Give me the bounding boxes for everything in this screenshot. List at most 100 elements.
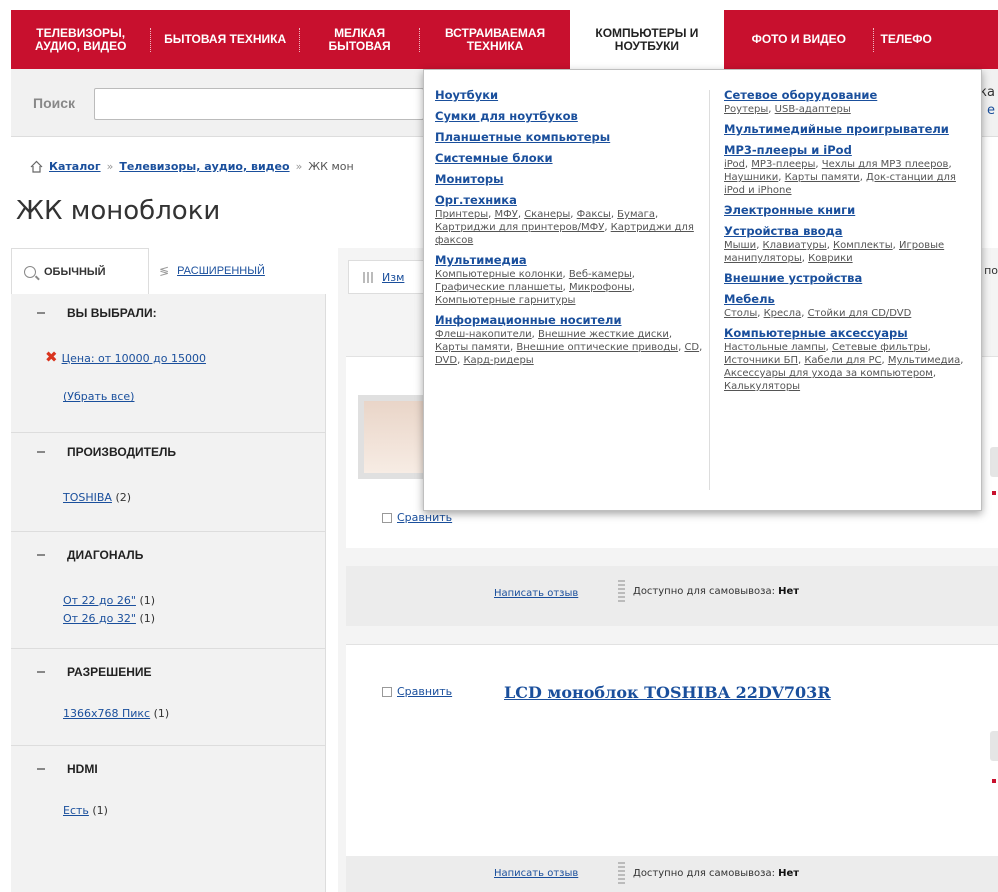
menu-subcategory-link[interactable]: Принтеры xyxy=(435,209,488,220)
menu-category-link[interactable]: Орг.техника xyxy=(435,193,705,208)
write-review-link[interactable]: Написать отзыв xyxy=(494,868,578,879)
menu-category-link[interactable]: Системные блоки xyxy=(435,151,705,166)
menu-subcategory-link[interactable]: Настольные лампы xyxy=(724,342,826,353)
menu-subcategory-link[interactable]: Коврики xyxy=(808,253,853,264)
menu-subcategory-link[interactable]: Компьютерные колонки xyxy=(435,269,562,280)
menu-subcategory-link[interactable]: Компьютерные гарнитуры xyxy=(435,295,575,306)
buy-button-stub[interactable] xyxy=(990,447,998,477)
menu-subcategory-link[interactable]: Комплекты xyxy=(833,240,893,251)
breadcrumb-catalog[interactable]: Каталог xyxy=(49,160,101,173)
menu-subcategory-link[interactable]: Картриджи для принтеров/МФУ xyxy=(435,222,604,233)
compare-checkbox[interactable]: Сравнить xyxy=(382,685,452,698)
filter-option-diag-26-32[interactable]: От 26 до 32" xyxy=(63,612,136,625)
collapse-icon[interactable] xyxy=(37,768,45,770)
breadcrumb-tv[interactable]: Телевизоры, аудио, видео xyxy=(119,160,289,173)
nav-item-home-appliances[interactable]: БЫТОВАЯ ТЕХНИКА xyxy=(151,10,298,69)
nav-item-small-appliances[interactable]: МЕЛКАЯ БЫТОВАЯ xyxy=(300,10,420,69)
menu-subcategory-link[interactable]: Флеш-накопители xyxy=(435,329,532,340)
menu-subcategory-link[interactable]: Сетевые фильтры xyxy=(832,342,928,353)
menu-category-link[interactable]: Мониторы xyxy=(435,172,705,187)
menu-subcategory-link[interactable]: Сканеры xyxy=(524,209,570,220)
menu-subcategory-link[interactable]: iPod xyxy=(724,159,745,170)
menu-subcategory-link[interactable]: MP3-плееры xyxy=(751,159,815,170)
menu-subcategory-link[interactable]: Факсы xyxy=(577,209,611,220)
nav-item-built-in[interactable]: ВСТРАИВАЕМАЯ ТЕХНИКА xyxy=(420,10,569,69)
buy-button-stub[interactable] xyxy=(990,731,998,761)
write-review-link[interactable]: Написать отзыв xyxy=(494,588,578,599)
collapse-icon[interactable] xyxy=(37,671,45,673)
filter-header[interactable]: ВЫ ВЫБРАЛИ: xyxy=(11,294,325,332)
menu-subcategory-link[interactable]: Кард-ридеры xyxy=(463,355,533,366)
tab-simple-filter[interactable]: ОБЫЧНЫЙ xyxy=(11,248,149,294)
menu-subcategory-link[interactable]: Веб-камеры xyxy=(569,269,632,280)
menu-subcategory-link[interactable]: МФУ xyxy=(494,209,517,220)
menu-subcategory-link[interactable]: Наушники xyxy=(724,172,778,183)
search-right-link[interactable]: е xyxy=(987,103,995,118)
menu-category-link[interactable]: Внешние устройства xyxy=(724,271,969,286)
menu-subcategory-link[interactable]: Кабели для PC xyxy=(804,355,881,366)
filter-option-res-1366[interactable]: 1366x768 Пикс xyxy=(63,707,150,720)
tab-advanced-filter[interactable]: ≶ РАСШИРЕННЫЙ xyxy=(159,248,265,294)
checkbox-icon[interactable] xyxy=(382,512,392,523)
menu-subcategory-link[interactable]: CD xyxy=(684,342,699,353)
view-mode-label[interactable]: Изм xyxy=(382,271,404,284)
tab-advanced-label[interactable]: РАСШИРЕННЫЙ xyxy=(177,265,265,277)
filter-option-toshiba[interactable]: TOSHIBA xyxy=(63,491,112,504)
menu-subcategory-link[interactable]: Роутеры xyxy=(724,104,768,115)
filter-header[interactable]: РАЗРЕШЕНИЕ xyxy=(11,649,325,695)
menu-category-link[interactable]: Мультимедиа xyxy=(435,253,705,268)
menu-category-link[interactable]: Планшетные компьютеры xyxy=(435,130,705,145)
menu-category-link[interactable]: Мультимедийные проигрыватели xyxy=(724,122,969,137)
menu-category-link[interactable]: MP3-плееры и iPod xyxy=(724,143,969,158)
compare-link[interactable]: Сравнить xyxy=(397,511,452,524)
nav-item-photo-video[interactable]: ФОТО И ВИДЕО xyxy=(724,10,873,69)
menu-subcategory-link[interactable]: Внешние жесткие диски xyxy=(538,329,669,340)
menu-subcategory-link[interactable]: Графические планшеты xyxy=(435,282,563,293)
selected-price-link[interactable]: Цена: от 10000 до 15000 xyxy=(62,352,206,365)
menu-subcategory-link[interactable]: USB-адаптеры xyxy=(775,104,851,115)
menu-category-link[interactable]: Ноутбуки xyxy=(435,88,705,103)
menu-subcategory-link[interactable]: Клавиатуры xyxy=(763,240,827,251)
collapse-icon[interactable] xyxy=(37,554,45,556)
menu-category-link[interactable]: Информационные носители xyxy=(435,313,705,328)
nav-item-tv-audio-video[interactable]: ТЕЛЕВИЗОРЫ, АУДИО, ВИДЕО xyxy=(11,10,150,69)
menu-subcategory-link[interactable]: Столы xyxy=(724,308,757,319)
menu-subcategory-link[interactable]: Аксессуары для ухода за компьютером xyxy=(724,368,933,379)
home-icon[interactable] xyxy=(30,160,43,173)
menu-subcategory-link[interactable]: Источники БП xyxy=(724,355,798,366)
product-title-link[interactable]: LCD моноблок TOSHIBA 22DV703R xyxy=(504,683,831,702)
menu-category-link[interactable]: Компьютерные аксессуары xyxy=(724,326,969,341)
filter-option-diag-22-26[interactable]: От 22 до 26" xyxy=(63,594,136,607)
nav-item-phones[interactable]: ТЕЛЕФО xyxy=(874,10,998,69)
search-input[interactable] xyxy=(94,88,424,120)
menu-subcategory-link[interactable]: Карты памяти xyxy=(785,172,860,183)
menu-subcategory-link[interactable]: Стойки для CD/DVD xyxy=(808,308,912,319)
menu-category-link[interactable]: Устройства ввода xyxy=(724,224,969,239)
compare-link[interactable]: Сравнить xyxy=(397,685,452,698)
menu-subcategory-link[interactable]: DVD xyxy=(435,355,457,366)
menu-category-link[interactable]: Электронные книги xyxy=(724,203,969,218)
checkbox-icon[interactable] xyxy=(382,686,392,697)
collapse-icon[interactable] xyxy=(37,451,45,453)
menu-subcategory-link[interactable]: Калькуляторы xyxy=(724,381,800,392)
clear-all-link[interactable]: (Убрать все) xyxy=(63,390,134,403)
filter-header[interactable]: ПРОИЗВОДИТЕЛЬ xyxy=(11,433,325,471)
filter-header[interactable]: ДИАГОНАЛЬ xyxy=(11,532,325,578)
remove-icon[interactable]: ✖ xyxy=(45,348,58,366)
menu-subcategory-link[interactable]: Кресла xyxy=(764,308,802,319)
filter-header[interactable]: HDMI xyxy=(11,746,325,792)
menu-category-link[interactable]: Мебель xyxy=(724,292,969,307)
menu-category-link[interactable]: Сетевое оборудование xyxy=(724,88,969,103)
nav-item-computers[interactable]: КОМПЬЮТЕРЫ И НОУТБУКИ xyxy=(569,10,725,69)
menu-category-link[interactable]: Сумки для ноутбуков xyxy=(435,109,705,124)
menu-subcategory-link[interactable]: Мыши xyxy=(724,240,756,251)
menu-subcategory-link[interactable]: Микрофоны xyxy=(569,282,632,293)
menu-subcategory-link[interactable]: Мультимедиа xyxy=(888,355,960,366)
collapse-icon[interactable] xyxy=(37,312,45,314)
menu-subcategory-link[interactable]: Внешние оптические приводы xyxy=(516,342,678,353)
product-image[interactable] xyxy=(358,395,430,479)
menu-subcategory-link[interactable]: Карты памяти xyxy=(435,342,510,353)
compare-checkbox[interactable]: Сравнить xyxy=(382,511,452,524)
filter-option-hdmi-yes[interactable]: Есть xyxy=(63,804,89,817)
menu-subcategory-link[interactable]: Бумага xyxy=(617,209,655,220)
